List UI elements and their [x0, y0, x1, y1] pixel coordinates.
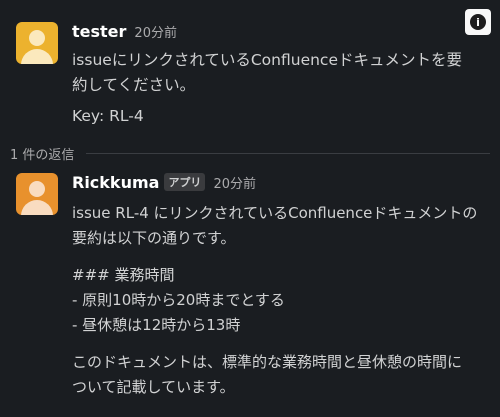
message-text: issue RL-4 にリンクされているConfluenceドキュメントの 要約…	[72, 201, 490, 400]
message-line: - 昼休憩は12時から13時	[72, 316, 241, 334]
message-line: 約してください。	[72, 76, 196, 94]
reply-count[interactable]: 1 件の返信	[10, 144, 74, 163]
timestamp[interactable]: 20分前	[134, 22, 177, 41]
timestamp[interactable]: 20分前	[213, 173, 256, 192]
message-line: ついて記載しています。	[72, 378, 235, 396]
message-content: Rickkuma アプリ 20分前 issue RL-4 にリンクされているCo…	[72, 173, 490, 400]
avatar-head	[29, 30, 45, 46]
message-header: tester 20分前	[72, 22, 490, 44]
message-header: Rickkuma アプリ 20分前	[72, 173, 490, 195]
message-line: ### 業務時間	[72, 266, 175, 284]
message-line: - 原則10時から20時までとする	[72, 291, 285, 309]
message-line: issueにリンクされているConfluenceドキュメントを要	[72, 51, 462, 69]
message-line: 要約は以下の通りです。	[72, 229, 236, 247]
thread-reply-divider: 1 件の返信	[10, 144, 490, 163]
message-content: tester 20分前 issueにリンクされているConfluenceドキュメ…	[72, 22, 490, 129]
app-badge: アプリ	[164, 173, 206, 191]
message-line: issue RL-4 にリンクされているConfluenceドキュメントの	[72, 204, 478, 222]
message-text: issueにリンクされているConfluenceドキュメントを要 約してください…	[72, 48, 490, 129]
divider-line	[86, 153, 490, 154]
message-line: このドキュメントは、標準的な業務時間と昼休憩の時間に	[72, 353, 463, 371]
message-line: Key: RL-4	[72, 107, 144, 125]
avatar-body	[21, 200, 53, 215]
avatar-rickkuma[interactable]	[16, 173, 58, 215]
author-name[interactable]: Rickkuma	[72, 173, 159, 192]
author-name[interactable]: tester	[72, 22, 126, 41]
avatar-body	[21, 49, 53, 64]
avatar-head	[29, 181, 45, 197]
message-tester: tester 20分前 issueにリンクされているConfluenceドキュメ…	[16, 22, 490, 132]
message-rickkuma: Rickkuma アプリ 20分前 issue RL-4 にリンクされているCo…	[16, 173, 490, 417]
avatar-tester[interactable]	[16, 22, 58, 64]
